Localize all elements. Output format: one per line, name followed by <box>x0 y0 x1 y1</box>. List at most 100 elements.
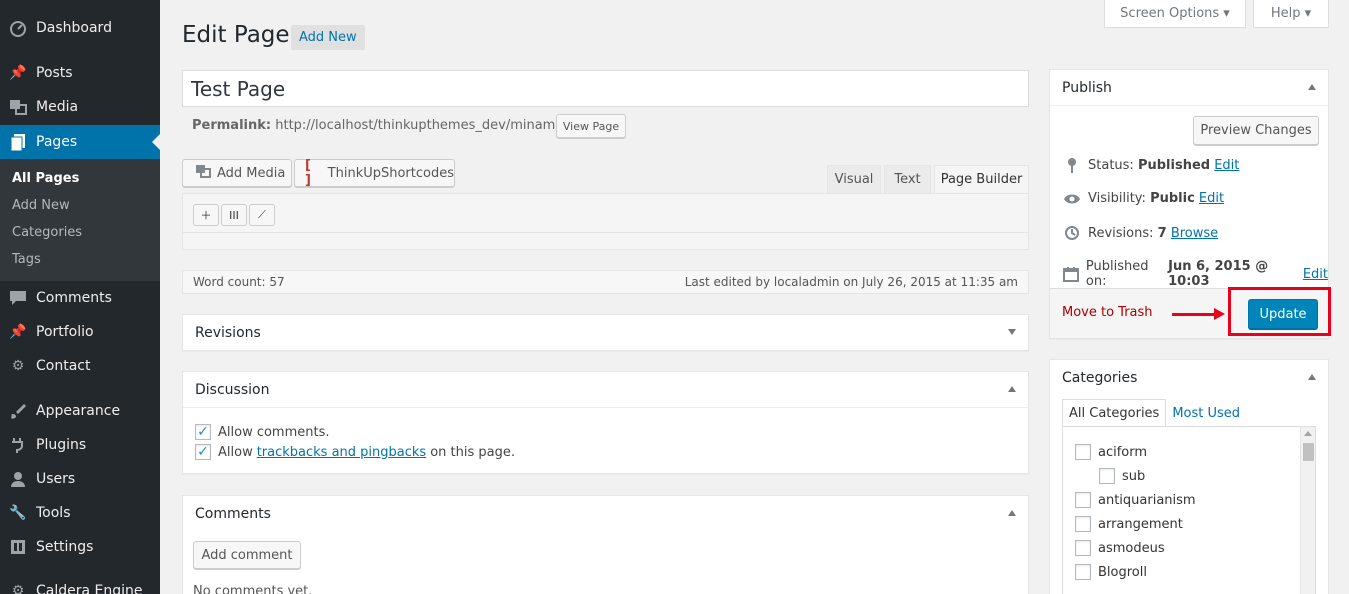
sidebar-item-caldera-engine[interactable]: ⚙ Caldera Engine <box>0 574 160 594</box>
shortcodes-button[interactable]: [ ] ThinkUpShortcodes <box>294 158 455 188</box>
chevron-up-icon[interactable] <box>1308 374 1316 380</box>
sidebar-item-label: Caldera Engine <box>36 583 143 594</box>
pages-submenu: All Pages Add New Categories Tags <box>0 159 160 281</box>
pin-icon <box>1062 157 1082 173</box>
published-label: Published on: <box>1085 259 1149 289</box>
revisions-row: Revisions: 7 Browse <box>1062 225 1218 241</box>
brush-icon <box>0 403 36 419</box>
revisions-label: Revisions: <box>1088 225 1154 241</box>
add-media-button[interactable]: Add Media <box>182 159 292 187</box>
chevron-up-icon[interactable] <box>1008 386 1016 392</box>
comments-title[interactable]: Comments <box>183 496 1028 532</box>
categories-box: Categories All Categories Most Used acif… <box>1049 359 1329 594</box>
no-comments-text: No comments yet. <box>193 584 313 594</box>
history-icon <box>1062 225 1082 241</box>
allow-pings-checkbox[interactable] <box>195 444 211 460</box>
preview-changes-button[interactable]: Preview Changes <box>1193 116 1319 145</box>
category-checkbox[interactable] <box>1075 564 1091 580</box>
tab-most-used[interactable]: Most Used <box>1166 399 1246 427</box>
category-checkbox[interactable] <box>1075 444 1091 460</box>
tab-text[interactable]: Text <box>884 165 931 194</box>
shortcodes-label: ThinkUpShortcodes <box>327 165 454 181</box>
list-item: Blogroll <box>1075 564 1147 580</box>
scroll-up-icon[interactable] <box>1304 431 1312 436</box>
submenu-tags[interactable]: Tags <box>12 252 41 267</box>
scrollbar[interactable] <box>1300 427 1315 594</box>
dashboard-icon <box>0 19 36 37</box>
visibility-row: Visibility: Public Edit <box>1062 191 1224 206</box>
view-page-button[interactable]: View Page <box>556 114 626 138</box>
sidebar-item-comments[interactable]: Comments <box>0 281 160 315</box>
allow-comments-checkbox[interactable] <box>195 424 211 440</box>
browse-revisions-link[interactable]: Browse <box>1171 226 1218 241</box>
sidebar-item-appearance[interactable]: Appearance <box>0 394 160 428</box>
submenu-add-new[interactable]: Add New <box>12 198 70 213</box>
tab-all-categories[interactable]: All Categories <box>1062 399 1167 427</box>
discussion-title[interactable]: Discussion <box>183 372 1028 408</box>
sidebar-item-users[interactable]: Users <box>0 462 160 496</box>
prebuilt-layout-button[interactable]: ⟋ <box>249 204 275 226</box>
edit-visibility-link[interactable]: Edit <box>1199 191 1224 206</box>
edit-status-link[interactable]: Edit <box>1214 158 1239 173</box>
sidebar-item-label: Comments <box>36 290 112 306</box>
permalink-url[interactable]: http://localhost/thinkupthemes_dev/minam… <box>275 118 582 133</box>
screen-options-button[interactable]: Screen Options ▾ <box>1104 0 1246 28</box>
add-row-button[interactable]: III <box>221 204 247 226</box>
category-checkbox[interactable] <box>1075 492 1091 508</box>
categories-title[interactable]: Categories <box>1050 360 1328 396</box>
sidebar-item-label: Pages <box>36 134 78 150</box>
tab-page-builder[interactable]: Page Builder <box>934 165 1029 194</box>
sidebar-item-tools[interactable]: 🔧 Tools <box>0 496 160 530</box>
trackbacks-link[interactable]: trackbacks and pingbacks <box>257 445 427 460</box>
sidebar-item-portfolio[interactable]: 📌 Portfolio <box>0 315 160 349</box>
last-edited: Last edited by localadmin on July 26, 20… <box>684 275 1018 289</box>
category-tabs: All Categories Most Used <box>1062 399 1246 427</box>
revisions-title[interactable]: Revisions <box>183 315 1028 351</box>
move-to-trash-link[interactable]: Move to Trash <box>1062 305 1153 320</box>
sidebar-item-pages[interactable]: Pages <box>0 125 160 159</box>
submenu-categories[interactable]: Categories <box>12 225 82 240</box>
submenu-all-pages[interactable]: All Pages <box>12 171 79 186</box>
status-label: Status: <box>1088 157 1134 173</box>
plus-icon: ＋ <box>200 209 212 222</box>
tab-visual[interactable]: Visual <box>827 165 881 194</box>
post-title-input[interactable]: Test Page <box>182 70 1029 107</box>
word-count: Word count: 57 <box>193 275 285 289</box>
sidebar-item-label: Tools <box>36 505 71 521</box>
revisions-box[interactable]: Revisions <box>182 314 1029 351</box>
chevron-down-icon[interactable] <box>1008 329 1016 335</box>
sidebar-item-media[interactable]: Media <box>0 90 160 124</box>
revisions-value: 7 <box>1157 225 1167 241</box>
category-checkbox[interactable] <box>1075 516 1091 532</box>
edit-date-link[interactable]: Edit <box>1303 267 1328 282</box>
allow-suffix: on this page. <box>430 444 515 460</box>
sidebar-item-plugins[interactable]: Plugins <box>0 428 160 462</box>
calendar-icon <box>1062 266 1080 282</box>
sidebar-item-label: Dashboard <box>36 20 112 36</box>
pages-icon <box>0 133 36 151</box>
allow-comments-row: Allow comments. <box>195 424 330 440</box>
sidebar-item-settings[interactable]: Settings <box>0 530 160 564</box>
add-comment-button[interactable]: Add comment <box>193 541 301 569</box>
scroll-thumb[interactable] <box>1303 443 1314 461</box>
help-button[interactable]: Help ▾ <box>1253 0 1329 28</box>
category-label: Blogroll <box>1098 564 1147 580</box>
add-widget-button[interactable]: ＋ <box>193 204 219 226</box>
sidebar-item-posts[interactable]: 📌 Posts <box>0 56 160 90</box>
chevron-up-icon[interactable] <box>1008 510 1016 516</box>
admin-sidebar: Dashboard 📌 Posts Media Pages All Pages … <box>0 0 160 594</box>
sidebar-item-label: Appearance <box>36 403 121 419</box>
pin-icon: 📌 <box>9 65 27 81</box>
category-checkbox[interactable] <box>1075 540 1091 556</box>
sidebar-item-dashboard[interactable]: Dashboard <box>0 11 160 45</box>
publish-title[interactable]: Publish <box>1050 70 1328 106</box>
category-label: sub <box>1122 468 1146 484</box>
settings-icon <box>0 539 36 555</box>
user-icon <box>0 471 36 487</box>
category-label: antiquarianism <box>1098 492 1196 508</box>
category-checkbox[interactable] <box>1099 468 1115 484</box>
chevron-up-icon[interactable] <box>1308 84 1316 90</box>
sidebar-item-contact[interactable]: ⚙ Contact <box>0 349 160 383</box>
divider <box>183 232 1028 233</box>
add-new-button[interactable]: Add New <box>291 25 365 50</box>
